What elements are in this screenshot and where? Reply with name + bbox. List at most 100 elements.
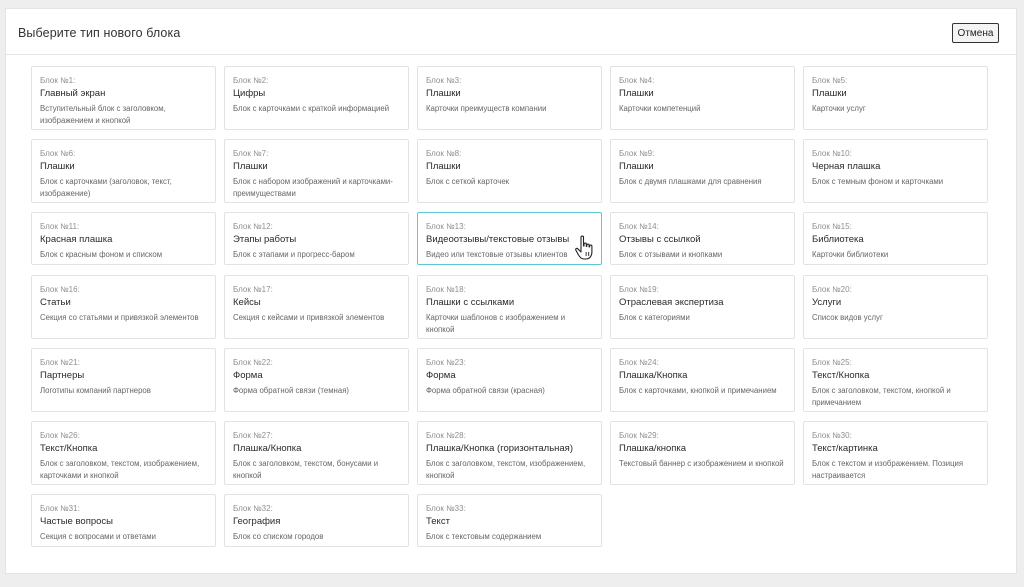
block-card-6[interactable]: Блок №6: Плашки Блок с карточками (заголов… [31, 139, 216, 203]
block-description: Форма обратной связи (красная) [426, 386, 545, 395]
block-name: Частые вопросы [40, 516, 113, 527]
block-card-26[interactable]: Блок №26: Текст/Кнопка Блок с заголовком, … [31, 421, 216, 485]
block-card-14[interactable]: Блок №14: Отзывы с ссылкой Блок с отзывами… [610, 212, 795, 265]
block-name: Плашка/Кнопка (горизонтальная) [426, 443, 573, 454]
block-card-9[interactable]: Блок №9: Плашки Блок с двумя плашками для … [610, 139, 795, 203]
block-description: Блок с заголовком, текстом, изображением… [426, 459, 586, 480]
block-card-16[interactable]: Блок №16: Статьи Секция со статьями и прив… [31, 275, 216, 339]
block-description: Блок со списком городов [233, 532, 324, 541]
new-block-dialog: Выберите тип нового блока Отмена Блок №1… [5, 8, 1017, 574]
block-card-5[interactable]: Блок №5: Плашки Карточки услуг [803, 66, 988, 130]
block-number: Блок №32: [233, 504, 273, 513]
block-card-25[interactable]: Блок №25: Текст/Кнопка Блок с заголовком, … [803, 348, 988, 412]
block-description: Блок с сеткой карточек [426, 177, 510, 186]
block-number: Блок №9: [619, 149, 655, 158]
block-card-11[interactable]: Блок №11: Красная плашка Блок с красным фо… [31, 212, 216, 265]
block-number: Блок №8: [426, 149, 462, 158]
block-card-23[interactable]: Блок №23: Форма Форма обратной связи (крас… [417, 348, 602, 412]
block-number: Блок №20: [812, 285, 852, 294]
block-name: Форма [233, 370, 263, 381]
block-card-4[interactable]: Блок №4: Плашки Карточки компетенций [610, 66, 795, 130]
block-name: Главный экран [40, 88, 106, 99]
block-number: Блок №12: [233, 222, 273, 231]
block-description: Блок с заголовком, текстом, бонусами и к… [233, 459, 379, 480]
block-description: Секция с кейсами и привязкой элементов [233, 313, 385, 322]
block-description: Блок с карточками, кнопкой и примечанием [619, 386, 777, 395]
block-card-30[interactable]: Блок №30: Текст/картинка Блок с текстом и … [803, 421, 988, 485]
block-card-8[interactable]: Блок №8: Плашки Блок с сеткой карточек [417, 139, 602, 203]
block-card-31[interactable]: Блок №31: Частые вопросы Секция с вопросам… [31, 494, 216, 547]
block-description: Секция с вопросами и ответами [40, 532, 156, 541]
block-name: Плашки [40, 161, 75, 172]
block-description: Блок с заголовком, текстом, изображением… [40, 459, 200, 480]
block-name: География [233, 516, 281, 527]
hand-pointer-icon [575, 235, 593, 260]
block-name: Видеоотзывы/текстовые отзывы [426, 234, 570, 245]
block-description: Список видов услуг [812, 313, 883, 322]
block-card-32[interactable]: Блок №32: География Блок со списком городо… [224, 494, 409, 547]
block-number: Блок №18: [426, 285, 466, 294]
block-number: Блок №7: [233, 149, 269, 158]
block-number: Блок №19: [619, 285, 659, 294]
block-number: Блок №3: [426, 76, 462, 85]
block-card-24[interactable]: Блок №24: Плашка/Кнопка Блок с карточками,… [610, 348, 795, 412]
block-card-15[interactable]: Блок №15: Библиотека Карточки библиотеки [803, 212, 988, 265]
block-number: Блок №33: [426, 504, 466, 513]
block-name: Плашки с ссылками [426, 297, 515, 308]
block-card-28[interactable]: Блок №28: Плашка/Кнопка (горизонтальная) Б… [417, 421, 602, 485]
block-card-33[interactable]: Блок №33: Текст Блок с текстовым содержани… [417, 494, 602, 547]
block-description: Карточки библиотеки [812, 250, 889, 259]
block-description: Блок с двумя плашками для сравнения [619, 177, 762, 186]
block-name: Текст/Кнопка [812, 370, 870, 381]
block-name: Плашка/кнопка [619, 443, 687, 454]
block-number: Блок №26: [40, 431, 80, 440]
block-card-18[interactable]: Блок №18: Плашки с ссылками Карточки шабло… [417, 275, 602, 339]
block-description: Блок с текстом и изображением. Позиция н… [812, 459, 964, 480]
block-card-7[interactable]: Блок №7: Плашки Блок с набором изображений… [224, 139, 409, 203]
block-description: Карточки компетенций [619, 104, 701, 113]
block-description: Текстовый баннер с изображением и кнопко… [619, 459, 784, 468]
dialog-title: Выберите тип нового блока [18, 26, 181, 40]
block-name: Плашка/Кнопка [233, 443, 302, 454]
block-number: Блок №23: [426, 358, 466, 367]
block-number: Блок №29: [619, 431, 659, 440]
block-card-10[interactable]: Блок №10: Черная плашка Блок с темным фоно… [803, 139, 988, 203]
block-name: Библиотека [812, 234, 864, 245]
block-number: Блок №21: [40, 358, 80, 367]
block-number: Блок №31: [40, 504, 80, 513]
block-card-1[interactable]: Блок №1: Главный экран Вступительный блок … [31, 66, 216, 130]
block-card-21[interactable]: Блок №21: Партнеры Логотипы компаний партн… [31, 348, 216, 412]
block-name: Партнеры [40, 370, 85, 381]
block-card-29[interactable]: Блок №29: Плашка/кнопка Текстовый баннер с… [610, 421, 795, 485]
block-number: Блок №16: [40, 285, 80, 294]
block-name: Цифры [233, 88, 266, 99]
block-name: Текст/картинка [812, 443, 878, 454]
block-name: Плашки [619, 161, 654, 172]
block-name: Черная плашка [812, 161, 881, 172]
block-card-3[interactable]: Блок №3: Плашки Карточки преимуществ компа… [417, 66, 602, 130]
block-card-12[interactable]: Блок №12: Этапы работы Блок с этапами и пр… [224, 212, 409, 265]
block-name: Услуги [812, 297, 842, 308]
block-number: Блок №25: [812, 358, 852, 367]
block-card-22[interactable]: Блок №22: Форма Форма обратной связи (темн… [224, 348, 409, 412]
block-name: Плашки [426, 88, 461, 99]
block-description: Логотипы компаний партнеров [40, 386, 151, 395]
block-name: Этапы работы [233, 234, 297, 245]
block-card-2[interactable]: Блок №2: Цифры Блок с карточками с краткой… [224, 66, 409, 130]
block-description: Форма обратной связи (темная) [233, 386, 350, 395]
block-name: Плашки [426, 161, 461, 172]
cancel-button[interactable]: Отмена [952, 23, 999, 43]
block-number: Блок №13: [426, 222, 466, 231]
block-card-20[interactable]: Блок №20: Услуги Список видов услуг [803, 275, 988, 339]
block-description: Блок с карточками (заголовок, текст, изо… [40, 177, 172, 198]
block-description: Блок с отзывами и кнопками [619, 250, 723, 259]
block-card-27[interactable]: Блок №27: Плашка/Кнопка Блок с заголовком,… [224, 421, 409, 485]
block-number: Блок №11: [40, 222, 80, 231]
block-card-19[interactable]: Блок №19: Отраслевая экспертиза Блок с кат… [610, 275, 795, 339]
block-description: Блок с этапами и прогресс-баром [233, 250, 355, 259]
block-card-17[interactable]: Блок №17: Кейсы Секция с кейсами и привязк… [224, 275, 409, 339]
block-name: Кейсы [233, 297, 261, 308]
block-number: Блок №28: [426, 431, 466, 440]
block-number: Блок №27: [233, 431, 273, 440]
block-description: Блок с темным фоном и карточками [812, 177, 944, 186]
